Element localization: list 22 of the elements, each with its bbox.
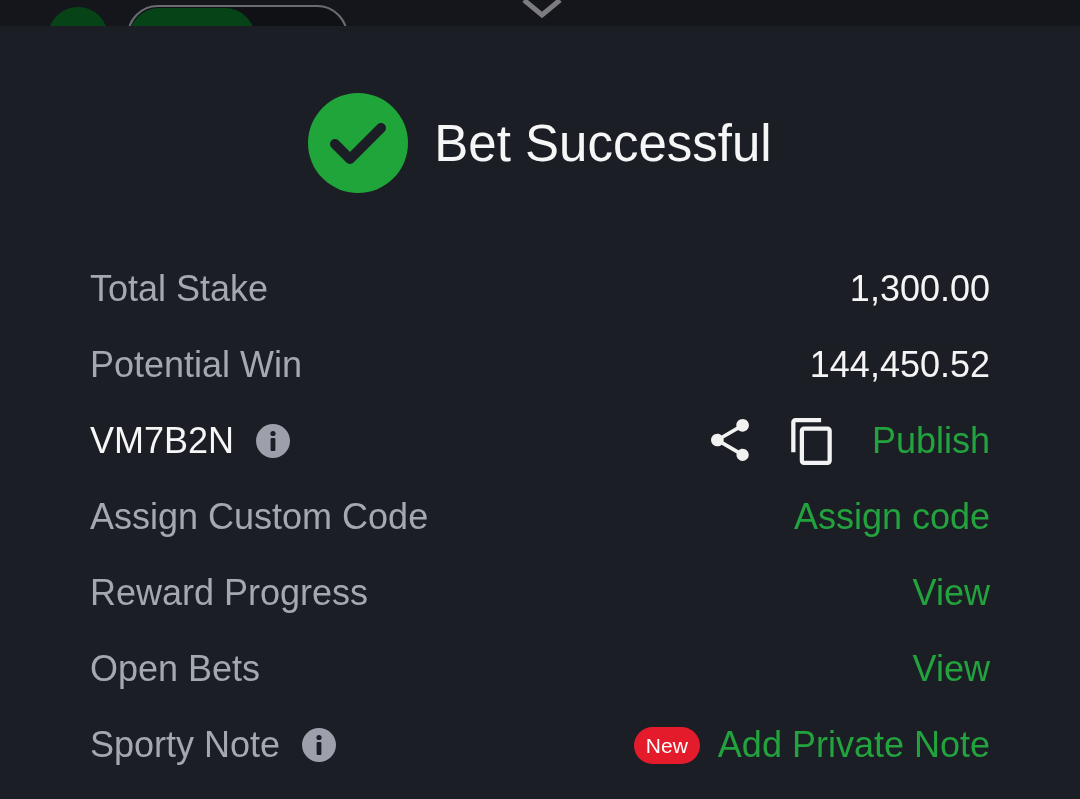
action-link[interactable]: Add Private Note [717,727,990,763]
amount-value: 144,450.52 [809,347,990,383]
success-title: Bet Successful [434,117,772,169]
booking-code: VM7B2N [90,423,235,459]
chevron-down-icon[interactable] [521,0,563,19]
row-label: Potential Win [90,347,303,383]
amount-value: 1,300.00 [849,271,990,307]
success-check-icon [308,93,409,193]
new-badge: New [633,726,700,764]
row-label: Sporty Note [90,727,281,763]
share-icon[interactable] [710,419,749,463]
info-icon[interactable] [256,424,291,458]
row-label: Open Bets [90,651,261,687]
action-link[interactable]: Assign code [793,499,990,535]
row-label: Total Stake [90,271,269,307]
action-link[interactable]: Publish [871,423,990,459]
row-label: Assign Custom Code [90,499,429,535]
info-icon[interactable] [302,728,337,762]
action-link[interactable]: View [912,575,990,611]
copy-icon[interactable] [790,417,832,465]
row-label: Reward Progress [90,575,369,611]
action-link[interactable]: View [912,651,990,687]
